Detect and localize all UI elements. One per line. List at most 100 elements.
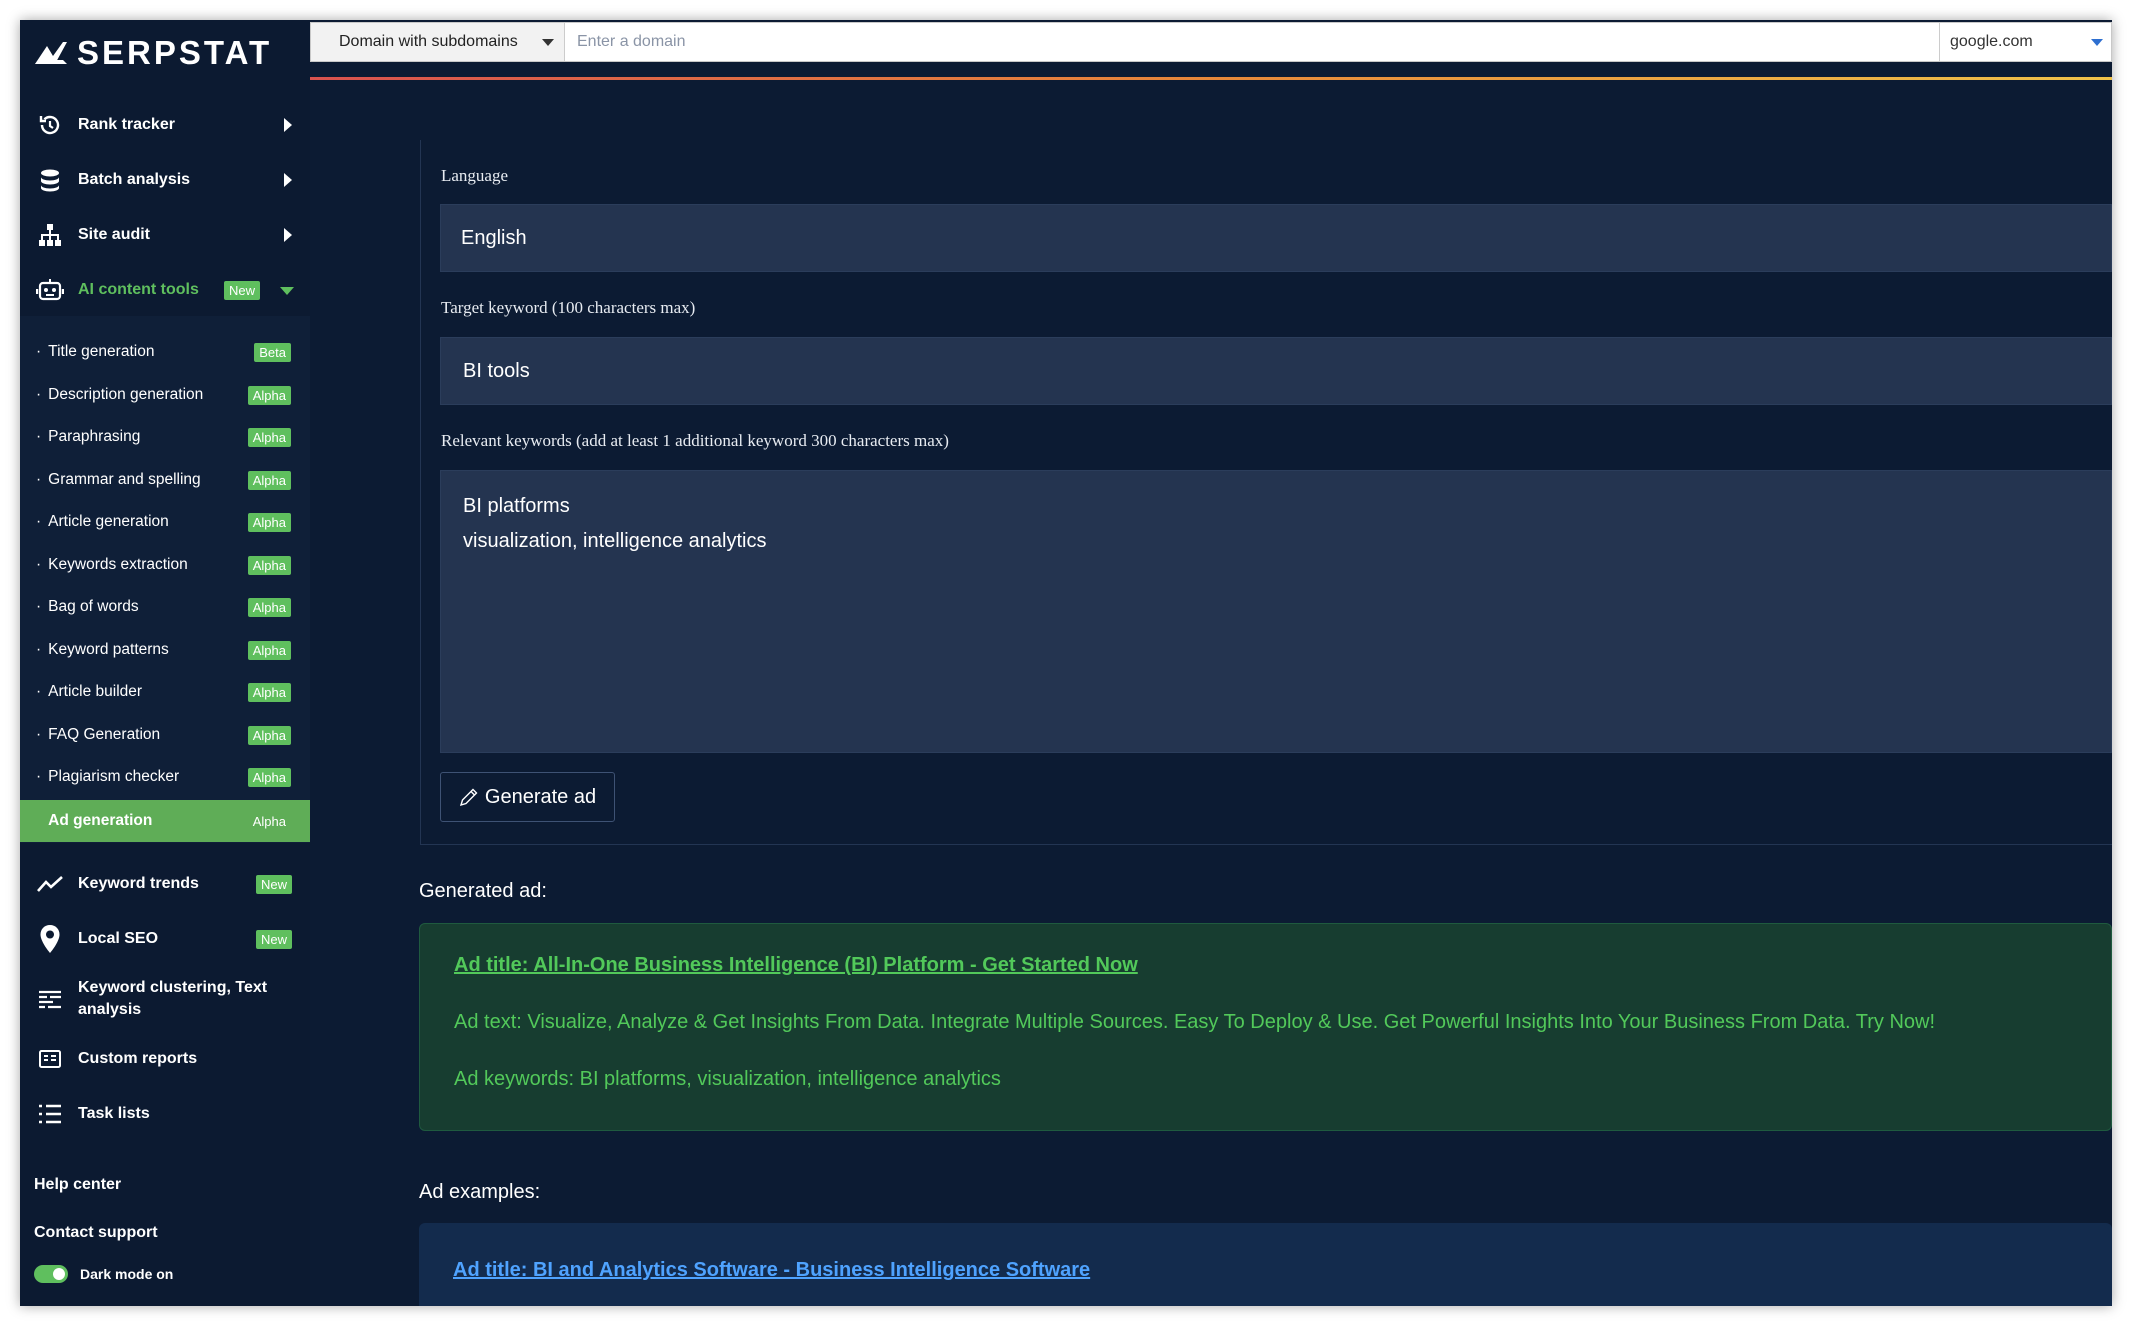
caret-down-icon <box>542 39 554 46</box>
task-list-icon <box>36 1100 64 1128</box>
sidebar-item-ad-generation[interactable]: · Ad generation Alpha <box>20 800 310 842</box>
alpha-badge: Alpha <box>247 683 291 702</box>
sidebar-item-grammar-and-spelling[interactable]: · Grammar and spelling Alpha <box>20 459 310 501</box>
map-pin-icon <box>36 924 64 953</box>
clustering-icon <box>36 985 64 1013</box>
generated-ad-text: Ad text: Visualize, Analyze & Get Insigh… <box>454 1011 1936 1033</box>
alpha-badge: Alpha <box>252 814 286 829</box>
language-select[interactable]: English <box>440 204 2112 272</box>
sidebar-item-bag-of-words[interactable]: · Bag of words Alpha <box>20 586 310 628</box>
relevant-keywords-textarea[interactable]: BI platforms visualization, intelligence… <box>440 470 2112 753</box>
sub-label: Title generation <box>48 343 155 360</box>
beta-badge: Beta <box>254 343 291 362</box>
nav-rank-tracker[interactable]: Rank tracker <box>20 97 310 152</box>
nav-label: Rank tracker <box>78 115 175 133</box>
nav-local-seo[interactable]: Local SEO New <box>20 911 310 966</box>
generate-ad-label: Generate ad <box>484 785 597 808</box>
language-value: English <box>461 226 527 249</box>
sidebar-item-plagiarism-checker[interactable]: · Plagiarism checker Alpha <box>20 756 310 798</box>
nav-site-audit[interactable]: Site audit <box>20 207 310 262</box>
contact-support-link[interactable]: Contact support <box>34 1224 158 1242</box>
sidebar: SERPSTAT Rank tracker Batch analysis Sit… <box>20 20 310 1306</box>
chevron-down-icon <box>280 286 294 295</box>
domain-scope-value: Domain with subdomains <box>339 33 518 50</box>
chevron-right-icon <box>284 227 292 242</box>
sidebar-item-keyword-patterns[interactable]: · Keyword patterns Alpha <box>20 629 310 671</box>
sidebar-item-faq-generation[interactable]: · FAQ Generation Alpha <box>20 714 310 756</box>
nav-label: Site audit <box>78 225 151 243</box>
trend-line-icon <box>36 870 64 898</box>
serpstat-logo-icon <box>35 42 67 64</box>
sidebar-item-paraphrasing[interactable]: · Paraphrasing Alpha <box>20 416 310 458</box>
generated-ad-title[interactable]: Ad title: All-In-One Business Intelligen… <box>454 954 1138 977</box>
nav-batch-analysis[interactable]: Batch analysis <box>20 152 310 207</box>
nav-label: Task lists <box>78 1104 150 1122</box>
dark-mode-toggle[interactable] <box>34 1265 68 1283</box>
alpha-badge: Alpha <box>247 640 291 660</box>
sub-label: Bag of words <box>48 598 139 615</box>
progress-line <box>310 77 2112 80</box>
pencil-icon <box>459 788 478 807</box>
sub-label: FAQ Generation <box>48 725 161 743</box>
target-keyword-value: BI tools <box>463 359 530 382</box>
alpha-badge: Alpha <box>247 598 291 617</box>
help-center-link[interactable]: Help center <box>34 1176 121 1194</box>
chevron-right-icon <box>284 172 292 187</box>
sub-label: Paraphrasing <box>48 428 141 445</box>
sidebar-item-article-generation[interactable]: · Article generation Alpha <box>20 501 310 543</box>
dark-mode-label: Dark mode on <box>80 1266 174 1282</box>
app-window: SERPSTAT Rank tracker Batch analysis Sit… <box>20 20 2112 1306</box>
sub-label: Grammar and spelling <box>48 470 201 488</box>
search-engine-select[interactable]: google.com <box>1939 23 2111 61</box>
sidebar-item-title-generation[interactable]: · Title generation Beta <box>20 331 310 373</box>
target-keyword-input[interactable]: BI tools <box>440 337 2112 405</box>
nav-custom-reports[interactable]: Custom reports <box>20 1031 310 1086</box>
domain-scope-select[interactable]: Domain with subdomains <box>311 23 565 61</box>
search-engine-value: google.com <box>1950 33 2033 50</box>
caret-down-icon <box>2091 39 2103 46</box>
alpha-badge: Alpha <box>247 725 291 745</box>
sub-label: Description generation <box>48 385 204 403</box>
relevant-keywords-label: Relevant keywords (add at least 1 additi… <box>441 431 949 450</box>
sub-label: Ad generation <box>48 812 153 829</box>
history-icon <box>36 111 64 139</box>
serpstat-logo[interactable]: SERPSTAT <box>33 28 272 78</box>
generated-ad-heading: Generated ad: <box>419 880 547 902</box>
nav-keyword-clustering[interactable]: Keyword clustering, Text analysis <box>20 966 310 1031</box>
nav-ai-content-tools[interactable]: AI content tools New <box>20 262 310 317</box>
ad-example-card: Ad title: BI and Analytics Software - Bu… <box>419 1223 2112 1306</box>
nav-label: AI content tools <box>78 280 199 298</box>
relevant-keywords-line: visualization, intelligence analytics <box>463 530 767 552</box>
new-badge: New <box>224 280 261 300</box>
search-bar: Domain with subdomains google.com <box>310 22 2112 62</box>
ad-example-title[interactable]: Ad title: BI and Analytics Software - Bu… <box>453 1259 1090 1282</box>
chevron-right-icon <box>284 117 292 132</box>
sidebar-item-article-builder[interactable]: · Article builder Alpha <box>20 671 310 713</box>
domain-input[interactable] <box>565 23 1939 61</box>
nav-label: Batch analysis <box>78 170 191 188</box>
new-badge: New <box>255 874 292 894</box>
nav-label: Keyword trends <box>78 874 199 892</box>
target-keyword-label: Target keyword (100 characters max) <box>441 298 696 317</box>
new-badge: New <box>255 929 292 949</box>
alpha-badge: Alpha <box>247 555 291 575</box>
alpha-badge: Alpha <box>247 513 291 532</box>
alpha-badge: Alpha <box>247 768 291 787</box>
sub-label: Keywords extraction <box>48 555 188 573</box>
nav-keyword-trends[interactable]: Keyword trends New <box>20 856 310 911</box>
sidebar-item-keywords-extraction[interactable]: · Keywords extraction Alpha <box>20 544 310 586</box>
generated-ad-card: Ad title: All-In-One Business Intelligen… <box>419 923 2112 1131</box>
generate-ad-button[interactable]: Generate ad <box>440 772 615 822</box>
language-label: Language <box>441 166 509 185</box>
nav-label-clustering: Keyword clustering, Text analysis <box>78 978 268 1018</box>
sitemap-icon <box>36 221 64 249</box>
sub-label: Article builder <box>48 683 143 700</box>
robot-icon <box>36 276 64 304</box>
alpha-badge: Alpha <box>247 385 291 405</box>
sub-label: Plagiarism checker <box>48 768 180 785</box>
database-icon <box>36 166 64 194</box>
brand-name: SERPSTAT <box>77 34 273 71</box>
nav-task-lists[interactable]: Task lists <box>20 1086 310 1141</box>
sidebar-item-description-generation[interactable]: · Description generation Alpha <box>20 374 310 416</box>
sub-label: Keyword patterns <box>48 640 169 658</box>
